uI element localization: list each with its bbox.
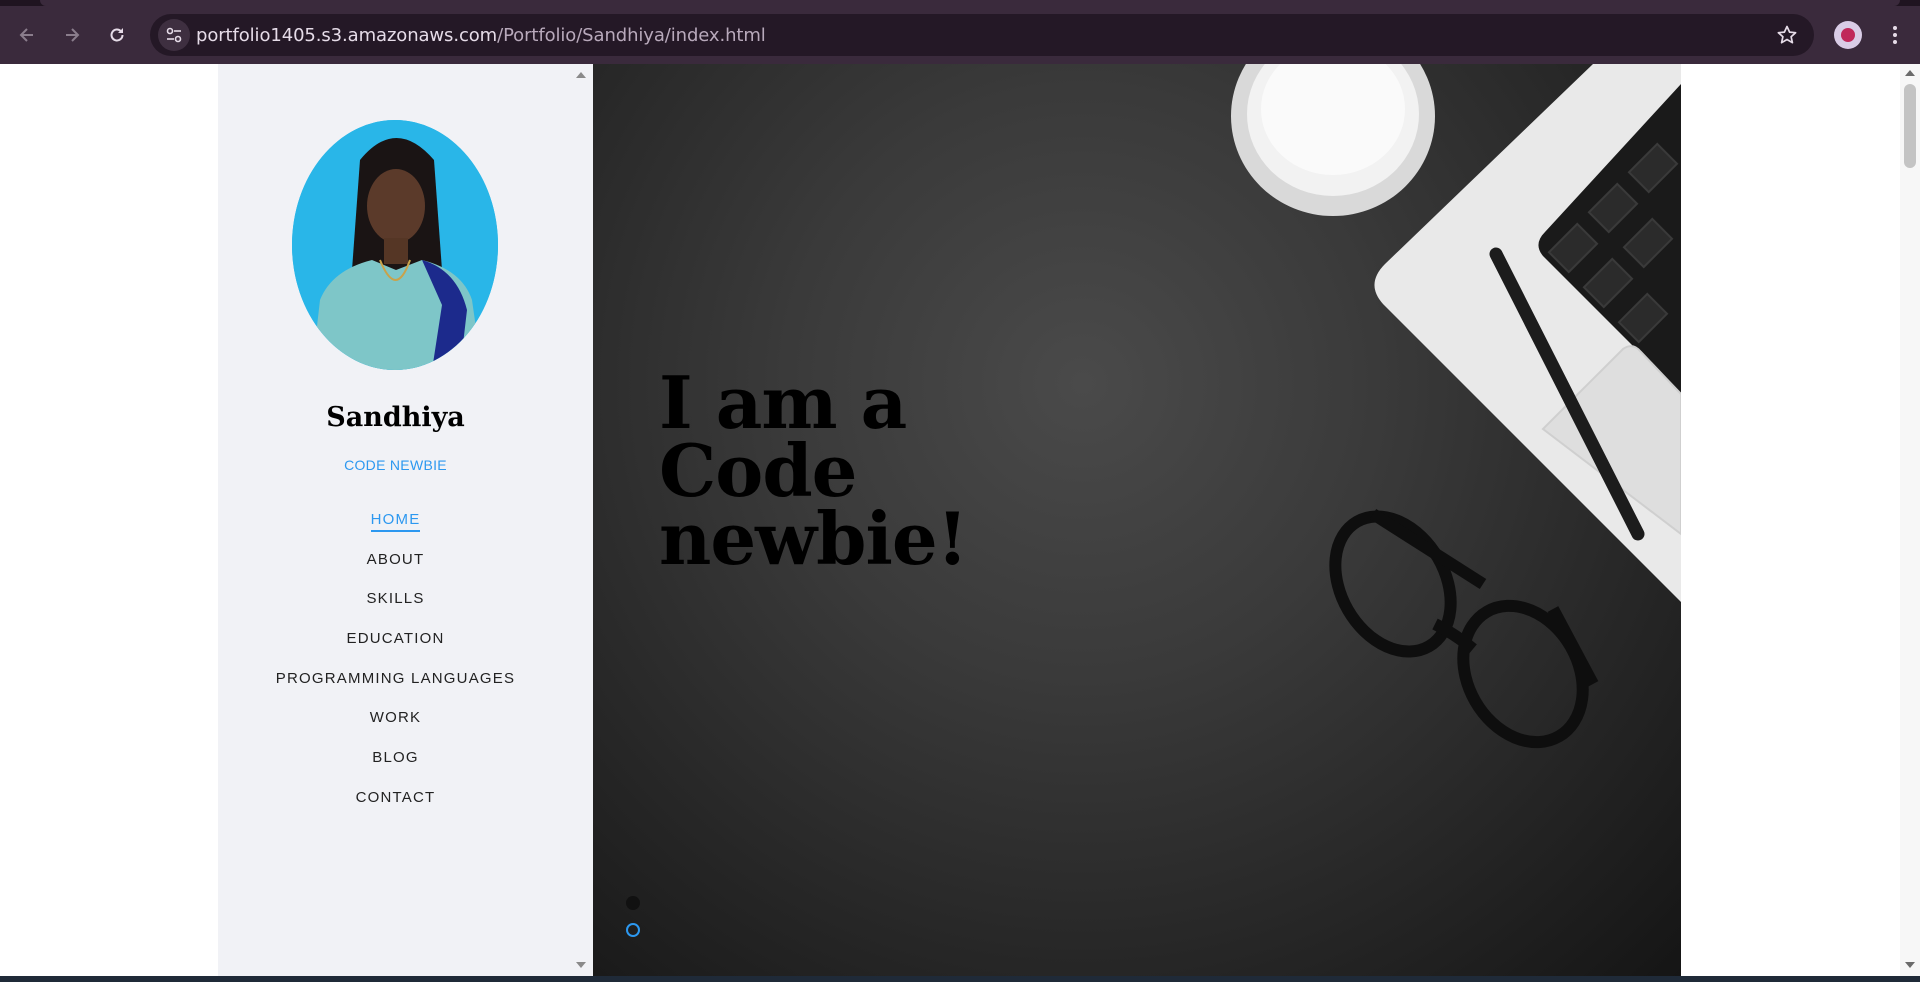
- nav-item-label: ABOUT: [366, 550, 425, 568]
- forward-button[interactable]: [55, 18, 89, 52]
- nav-item-label: BLOG: [372, 749, 419, 767]
- nav-item-label: WORK: [369, 709, 422, 727]
- arrow-right-icon: [66, 28, 80, 42]
- scroll-up-icon[interactable]: [1905, 70, 1915, 76]
- nav-item-skills[interactable]: SKILLS: [218, 579, 573, 619]
- nav-item-blog[interactable]: BLOG: [218, 738, 573, 778]
- hero-heading: I am a Code newbie!: [659, 360, 1059, 581]
- nav-item-education[interactable]: EDUCATION: [218, 619, 573, 659]
- hero-heading-line-2: Code: [659, 428, 857, 513]
- arrow-left-icon: [19, 28, 33, 42]
- profile-photo: [292, 120, 498, 370]
- url-text[interactable]: portfolio1405.s3.amazonaws.com/Portfolio…: [196, 25, 766, 46]
- kebab-icon: [1893, 26, 1897, 44]
- profile-icon: [1841, 28, 1855, 42]
- scroll-down-icon[interactable]: [1905, 962, 1915, 968]
- reload-icon: [110, 28, 124, 42]
- url-path: /Portfolio/Sandhiya/index.html: [497, 25, 766, 46]
- reload-button[interactable]: [100, 18, 134, 52]
- browser-menu-button[interactable]: [1880, 20, 1910, 50]
- back-button[interactable]: [10, 18, 44, 52]
- site-info-button[interactable]: [158, 19, 190, 51]
- profile-photo-illustration: [292, 120, 498, 370]
- nav-item-label: SKILLS: [366, 590, 425, 608]
- nav-item-contact[interactable]: CONTACT: [218, 778, 573, 818]
- nav-item-home[interactable]: HOME: [218, 500, 573, 540]
- slide-dot-1[interactable]: [626, 896, 640, 910]
- nav-item-work[interactable]: WORK: [218, 698, 573, 738]
- hero-heading-line-1: I am a: [659, 360, 907, 445]
- url-host: portfolio1405.s3.amazonaws.com: [196, 25, 498, 46]
- nav-item-about[interactable]: ABOUT: [218, 540, 573, 580]
- sidebar: Sandhiya CODE NEWBIE HOME ABOUT SKILLS E…: [218, 64, 593, 976]
- nav-item-label: EDUCATION: [346, 630, 445, 648]
- scrollbar-thumb[interactable]: [1904, 84, 1916, 168]
- browser-toolbar: portfolio1405.s3.amazonaws.com/Portfolio…: [0, 6, 1920, 64]
- star-icon[interactable]: [1776, 24, 1798, 46]
- main-nav: HOME ABOUT SKILLS EDUCATION PROGRAMMING …: [218, 500, 573, 818]
- sidebar-scroll-down-icon[interactable]: [576, 962, 586, 968]
- profile-name: Sandhiya: [326, 402, 465, 433]
- nav-item-label: CONTACT: [355, 788, 436, 806]
- nav-item-label: HOME: [370, 511, 421, 532]
- nav-item-label: PROGRAMMING LANGUAGES: [275, 669, 516, 687]
- profile-avatar[interactable]: [1834, 21, 1862, 49]
- hero-heading-line-3: newbie!: [659, 496, 968, 581]
- address-bar[interactable]: portfolio1405.s3.amazonaws.com/Portfolio…: [150, 14, 1814, 56]
- tune-icon: [166, 27, 182, 43]
- sidebar-scroll-up-icon[interactable]: [576, 72, 586, 78]
- nav-item-programming-languages[interactable]: PROGRAMMING LANGUAGES: [218, 659, 573, 699]
- page-scrollbar[interactable]: [1900, 64, 1920, 976]
- page-viewport: Sandhiya CODE NEWBIE HOME ABOUT SKILLS E…: [0, 64, 1920, 976]
- profile-role: CODE NEWBIE: [344, 457, 447, 473]
- slide-dot-2[interactable]: [626, 923, 640, 937]
- hero-slider: I am a Code newbie!: [593, 64, 1681, 976]
- taskbar-edge: [0, 976, 1920, 982]
